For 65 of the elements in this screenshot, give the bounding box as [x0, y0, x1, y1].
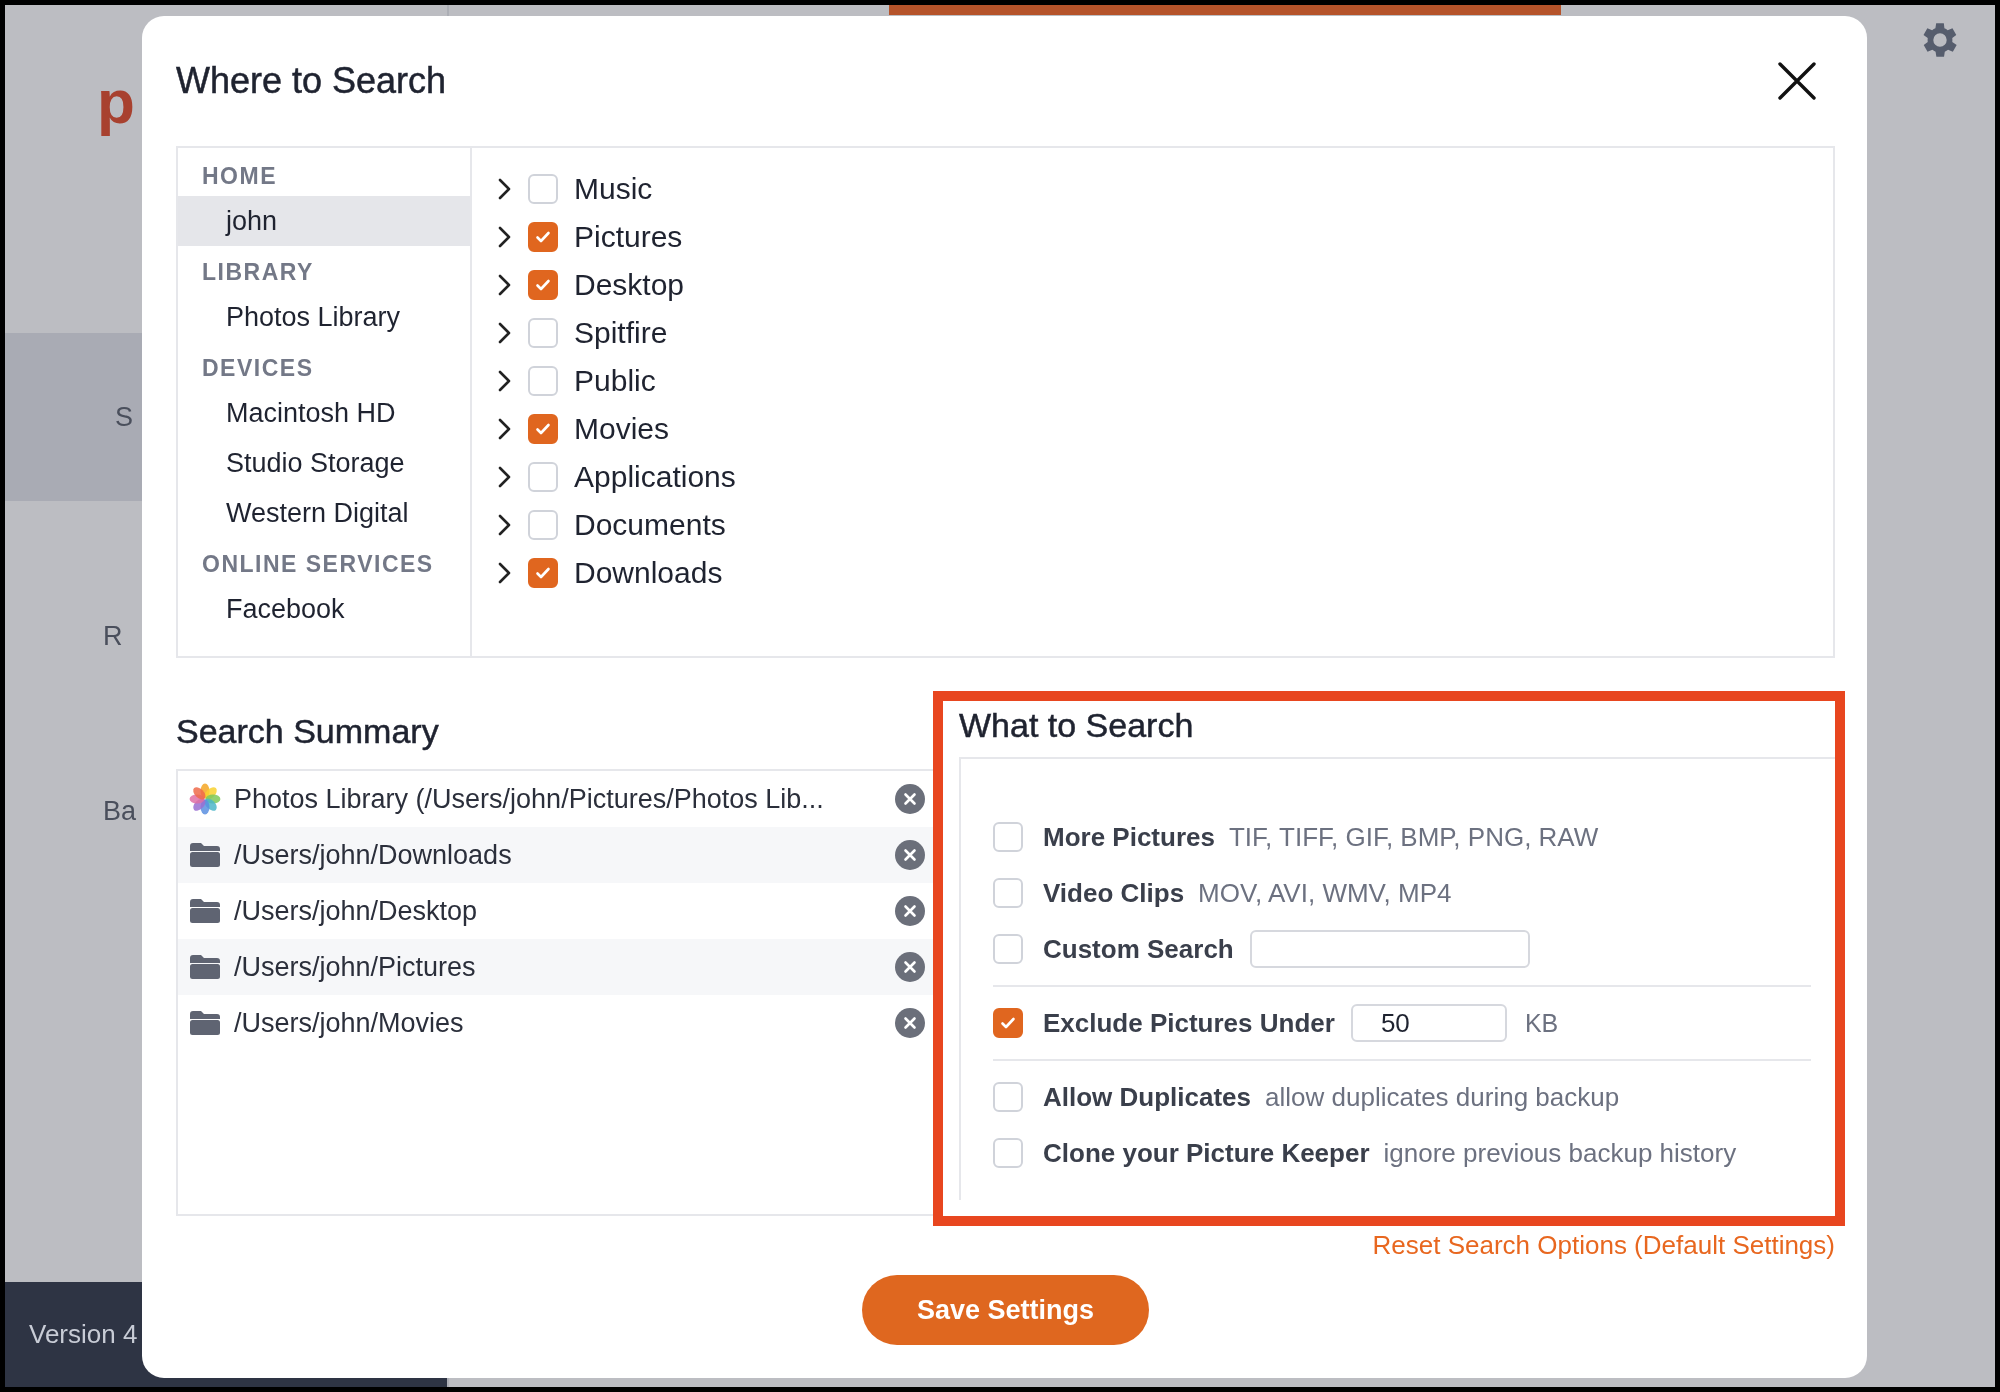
chevron-icon[interactable]: [498, 514, 512, 536]
option-hint: allow duplicates during backup: [1265, 1081, 1620, 1113]
version-label: Version 4: [29, 1319, 138, 1350]
checkbox[interactable]: [993, 1008, 1023, 1038]
folder-label: Documents: [574, 508, 726, 542]
folder-label: Music: [574, 172, 653, 206]
checkbox[interactable]: [528, 558, 558, 588]
nav-label[interactable]: R: [103, 620, 123, 652]
sidebar-item[interactable]: john: [178, 196, 470, 246]
nav-label[interactable]: Ba: [103, 795, 137, 827]
dialog-title: Where to Search: [176, 60, 447, 102]
chevron-icon[interactable]: [498, 418, 512, 440]
option-label: More Pictures: [1043, 821, 1215, 853]
chevron-icon[interactable]: [498, 370, 512, 392]
remove-icon[interactable]: [895, 1008, 925, 1038]
sidebar-item[interactable]: Studio Storage: [178, 438, 470, 488]
section-title: What to Search: [959, 705, 1195, 746]
sidebar-item[interactable]: Photos Library: [178, 292, 470, 342]
folder-label: Downloads: [574, 556, 723, 590]
remove-icon[interactable]: [895, 896, 925, 926]
folder-label: Desktop: [574, 268, 685, 302]
sidebar-item[interactable]: Macintosh HD: [178, 388, 470, 438]
path-text: /Users/john/Movies: [234, 1007, 464, 1039]
sidebar-item[interactable]: Facebook: [178, 584, 470, 634]
checkbox[interactable]: [528, 222, 558, 252]
section-heading: LIBRARY: [201, 258, 315, 287]
unit-label: KB: [1524, 1008, 1559, 1038]
option-label: Video Clips: [1043, 877, 1185, 909]
folder-label: Pictures: [574, 220, 683, 254]
chevron-icon[interactable]: [498, 178, 512, 200]
sidebar-item[interactable]: Western Digital: [178, 488, 470, 538]
folder-label: Movies: [574, 412, 670, 446]
remove-icon[interactable]: [895, 784, 925, 814]
remove-icon[interactable]: [895, 840, 925, 870]
section-title: Search Summary: [176, 711, 440, 752]
path-text: Photos Library (/Users/john/Pictures/Photos Lib...: [234, 783, 824, 815]
folder-label: Spitfire: [574, 316, 668, 350]
folder-label: Applications: [574, 460, 736, 494]
section-heading: HOME: [201, 162, 278, 191]
chevron-icon[interactable]: [498, 226, 512, 248]
option-label: Allow Duplicates: [1043, 1081, 1252, 1113]
path-text: /Users/john/Desktop: [234, 895, 478, 927]
section-heading: ONLINE SERVICES: [201, 550, 435, 579]
close-icon[interactable]: [1777, 61, 1817, 101]
remove-icon[interactable]: [895, 952, 925, 982]
option-hint: TIF, TIFF, GIF, BMP, PNG, RAW: [1228, 821, 1599, 853]
flower-icon: [188, 782, 222, 816]
chevron-icon[interactable]: [498, 562, 512, 584]
folder-label: Public: [574, 364, 656, 398]
input-field[interactable]: [1249, 930, 1530, 968]
chevron-icon[interactable]: [498, 322, 512, 344]
option-label: Exclude Pictures Under: [1043, 1007, 1335, 1039]
option-hint: ignore previous backup history: [1383, 1137, 1737, 1169]
option-label: Clone your Picture Keeper: [1043, 1137, 1370, 1169]
chevron-icon[interactable]: [498, 274, 512, 296]
checkbox[interactable]: [528, 414, 558, 444]
chevron-icon[interactable]: [498, 466, 512, 488]
path-text: /Users/john/Downloads: [234, 839, 512, 871]
option-hint: MOV, AVI, WMV, MP4: [1198, 877, 1452, 909]
input-field[interactable]: 50: [1350, 1004, 1507, 1042]
section-heading: DEVICES: [201, 354, 315, 383]
checkbox[interactable]: [528, 270, 558, 300]
option-label: Custom Search: [1043, 933, 1234, 965]
path-text: /Users/john/Pictures: [234, 951, 476, 983]
nav-label[interactable]: S: [115, 401, 133, 433]
